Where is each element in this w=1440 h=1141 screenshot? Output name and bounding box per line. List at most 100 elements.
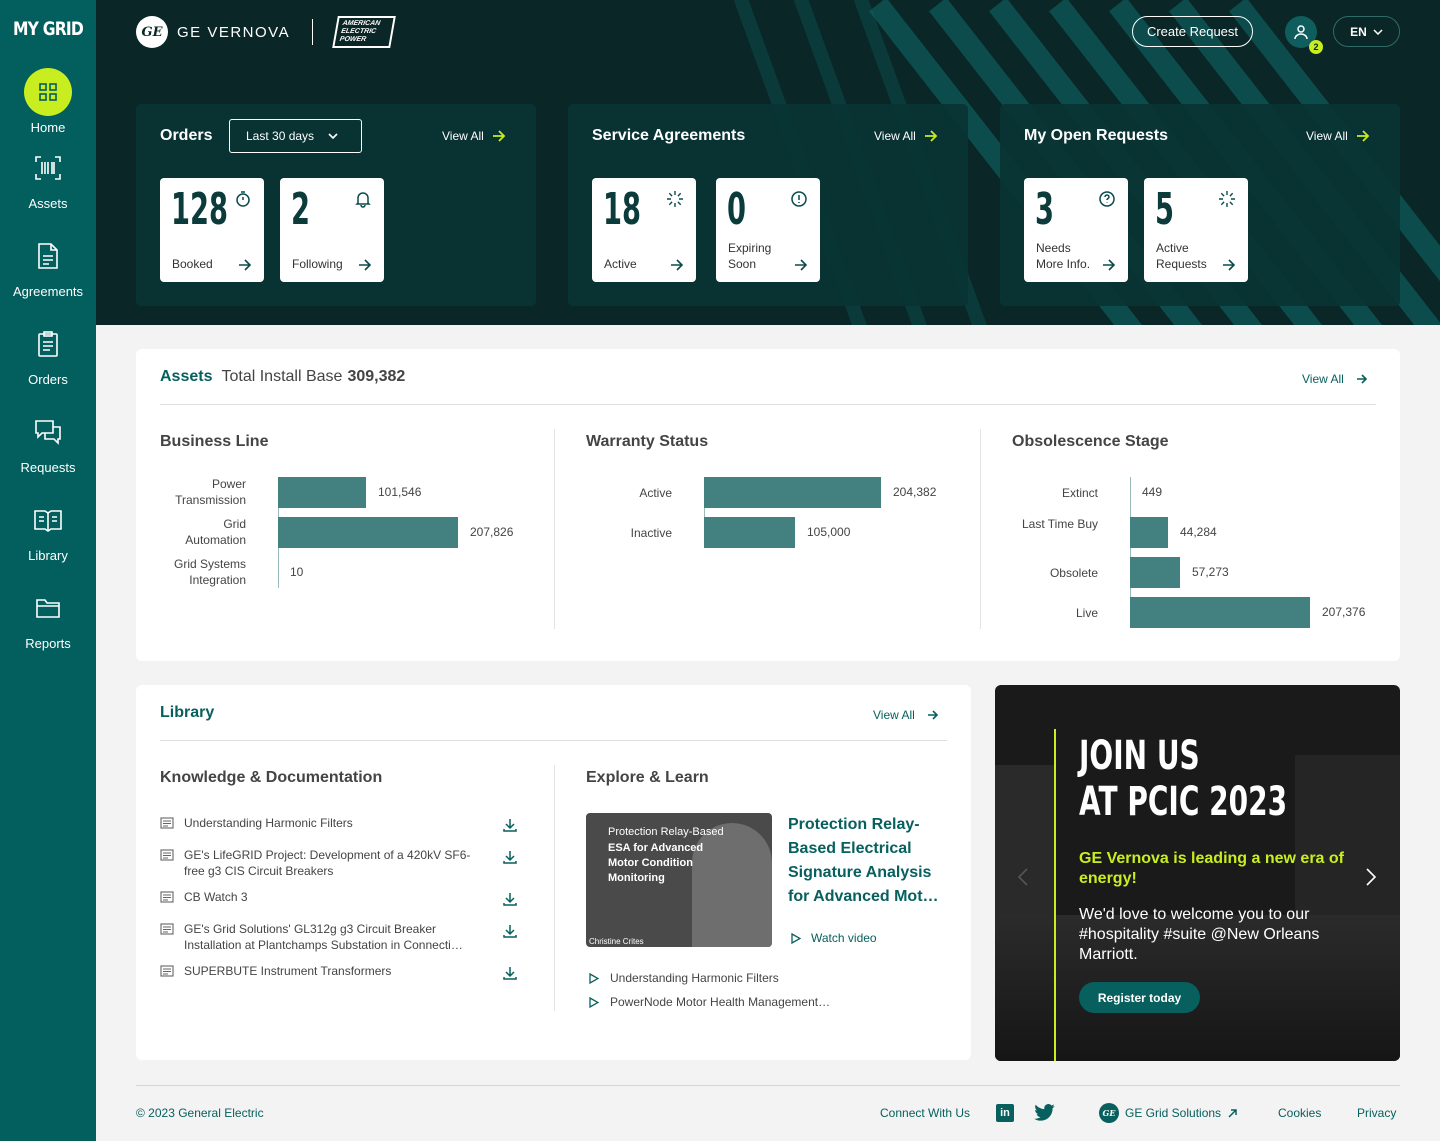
arrow-right-icon <box>1356 374 1367 384</box>
library-title: Library <box>160 704 215 721</box>
stat-label: Active Requests <box>1156 241 1207 271</box>
sidebar-item-agreements[interactable]: Agreements <box>0 232 96 299</box>
copyright: © 2023 General Electric <box>136 1106 264 1120</box>
requests-active-card[interactable]: 5 Active Requests <box>1144 178 1248 282</box>
language-select[interactable]: EN <box>1333 16 1400 47</box>
sidebar-item-assets[interactable]: Assets <box>0 144 96 211</box>
sidebar-item-label: Agreements <box>12 284 84 299</box>
document-title: Understanding Harmonic Filters <box>184 816 353 830</box>
sidebar-item-orders[interactable]: Orders <box>0 320 96 387</box>
promo-banner: JOIN US AT PCIC 2023 GE Vernova is leadi… <box>995 685 1400 1061</box>
bar-category-label: Obsolete <box>1049 566 1098 580</box>
service-agreements-view-all[interactable]: View All <box>874 129 938 143</box>
orders-title: Orders <box>160 127 213 144</box>
assets-card: Assets Total Install Base 309,382 View A… <box>136 349 1400 661</box>
video-list-item[interactable]: PowerNode Motor Health Management… <box>589 995 830 1009</box>
ge-grid-solutions-link[interactable]: GE GE Grid Solutions <box>1099 1103 1238 1123</box>
download-icon[interactable] <box>502 923 518 939</box>
arrow-right-icon <box>239 259 252 271</box>
bar-value-label: 57,273 <box>1192 565 1229 579</box>
bar-category-label: Active <box>639 486 672 500</box>
open-requests-view-all[interactable]: View All <box>1306 129 1370 143</box>
open-requests-panel: My Open Requests View All 3 Needs More I… <box>1000 104 1400 306</box>
bar-category-label: Power Transmission <box>175 477 246 507</box>
explore-title: Explore & Learn <box>586 769 709 786</box>
orders-view-all[interactable]: View All <box>442 129 506 143</box>
download-icon[interactable] <box>502 965 518 981</box>
bell-icon <box>355 192 371 208</box>
download-icon[interactable] <box>502 891 518 907</box>
bar-value-label: 204,382 <box>893 485 937 499</box>
library-view-all[interactable]: View All <box>873 708 939 722</box>
create-request-button[interactable]: Create Request <box>1132 16 1253 47</box>
sidebar: MY GRID Home Assets Agreements Orders Re… <box>0 0 96 1141</box>
orders-following-card[interactable]: 2 Following <box>280 178 384 282</box>
sidebar-item-label: Reports <box>25 636 71 651</box>
notification-badge: 2 <box>1309 40 1323 54</box>
sidebar-item-library[interactable]: Library <box>0 496 96 563</box>
chart-title: Business Line <box>160 433 269 450</box>
bar-value-label: 101,546 <box>378 485 422 499</box>
play-icon <box>589 996 599 1008</box>
assets-subtitle: Total Install Base <box>221 368 343 385</box>
barcode-icon <box>24 144 72 192</box>
chevron-right-icon[interactable] <box>1365 867 1377 887</box>
document-item[interactable]: CB Watch 3 <box>160 889 520 905</box>
arrow-right-icon <box>1103 259 1116 271</box>
sidebar-item-requests[interactable]: Requests <box>0 408 96 475</box>
ge-logo[interactable]: GE <box>136 16 168 48</box>
promo-headline: GE Vernova is leading a new era of energ… <box>1079 850 1344 887</box>
chevron-down-icon <box>1373 28 1383 35</box>
chevron-left-icon[interactable] <box>1017 867 1029 887</box>
user-account-button[interactable]: 2 <box>1285 16 1323 54</box>
video-list-item[interactable]: Understanding Harmonic Filters <box>589 971 779 985</box>
stat-label: Active <box>604 257 637 271</box>
stat-value: 5 <box>1155 184 1174 235</box>
orders-booked-card[interactable]: 128 Booked <box>160 178 264 282</box>
download-icon[interactable] <box>502 817 518 833</box>
chart-bar <box>278 517 458 548</box>
video-thumbnail[interactable]: Protection Relay-Based ESA for Advanced … <box>586 813 772 947</box>
hero-banner: GE GE VERNOVA AMERICAN ELECTRIC POWER Cr… <box>96 0 1440 325</box>
twitter-icon[interactable] <box>1034 1104 1055 1121</box>
chart-bar <box>1130 597 1310 628</box>
bar-value-label: 449 <box>1142 485 1163 499</box>
document-icon <box>160 923 174 935</box>
linkedin-icon[interactable]: in <box>996 1104 1014 1122</box>
stat-label: Booked <box>172 257 213 271</box>
stat-value: 0 <box>727 184 746 235</box>
loading-icon <box>1219 191 1235 207</box>
column-divider <box>554 765 555 1011</box>
document-item[interactable]: GE's LifeGRID Project: Development of a … <box>160 847 520 879</box>
date-range-select[interactable]: Last 30 days <box>229 119 362 153</box>
agreements-expiring-card[interactable]: 0 Expiring Soon <box>716 178 820 282</box>
document-item[interactable]: GE's Grid Solutions' GL312g g3 Circuit B… <box>160 921 520 953</box>
cookies-link[interactable]: Cookies <box>1278 1106 1321 1120</box>
assets-view-all[interactable]: View All <box>1302 372 1368 386</box>
watch-video-link[interactable]: Watch video <box>791 931 877 945</box>
assets-header: Assets Total Install Base 309,382 <box>160 368 405 386</box>
library-divider <box>160 740 947 741</box>
stat-value: 3 <box>1035 184 1054 235</box>
arrow-right-icon <box>795 259 808 271</box>
document-item[interactable]: SUPERBUTE Instrument Transformers <box>160 963 520 979</box>
privacy-link[interactable]: Privacy <box>1357 1106 1396 1120</box>
requests-needs-info-card[interactable]: 3 Needs More Info. <box>1024 178 1128 282</box>
sidebar-item-home[interactable]: Home <box>0 68 96 135</box>
thumbnail-title: ESA for Advanced Motor Condition Monitor… <box>608 842 704 884</box>
promo-title: JOIN US AT PCIC 2023 <box>1079 733 1287 825</box>
agreements-active-card[interactable]: 18 Active <box>592 178 696 282</box>
register-button[interactable]: Register today <box>1079 982 1200 1013</box>
watch-video-label: Watch video <box>811 931 877 945</box>
sidebar-item-label: Assets <box>28 196 68 211</box>
video-title[interactable]: Protection Relay-Based Electrical Signat… <box>788 813 948 909</box>
document-icon <box>160 849 174 861</box>
app-logo[interactable]: MY GRID <box>9 18 88 40</box>
document-item[interactable]: Understanding Harmonic Filters <box>160 815 520 831</box>
service-agreements-title: Service Agreements <box>592 127 746 144</box>
logo-divider <box>312 19 314 45</box>
download-icon[interactable] <box>502 849 518 865</box>
external-link-icon <box>1228 1108 1237 1118</box>
ge-grid-solutions-label: GE Grid Solutions <box>1125 1106 1222 1120</box>
sidebar-item-reports[interactable]: Reports <box>0 584 96 651</box>
